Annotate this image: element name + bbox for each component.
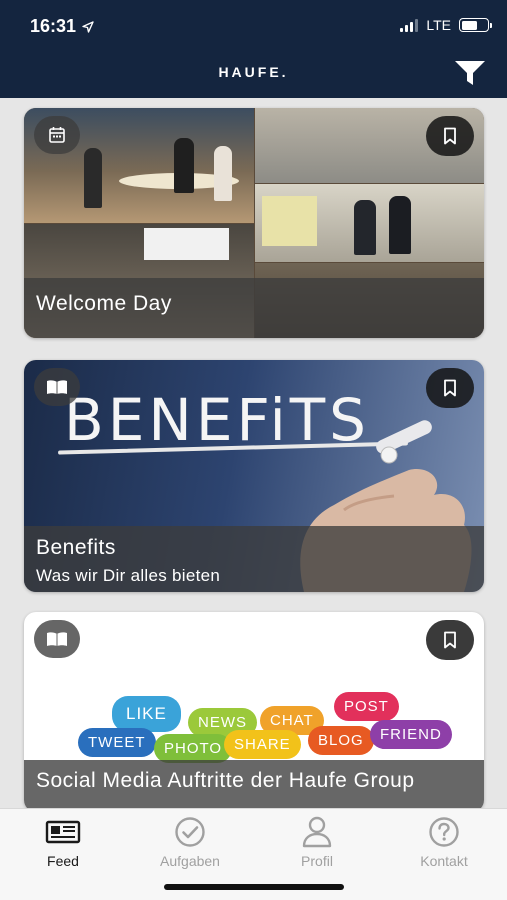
signal-icon: [400, 18, 419, 32]
location-arrow-icon: [82, 20, 94, 33]
newspaper-icon: [45, 820, 81, 844]
network-label: LTE: [426, 17, 451, 33]
bookmark-button[interactable]: [426, 620, 474, 660]
checkmark-circle-icon: [175, 817, 205, 847]
haufe-logo: HAUFE.: [218, 64, 289, 80]
bubble-like: LIKE: [112, 696, 181, 732]
person-icon: [302, 816, 332, 848]
bubble-tweet: TWEET: [78, 728, 156, 757]
filter-icon[interactable]: [453, 58, 487, 88]
bubble-share: SHARE: [224, 730, 301, 759]
bookmark-button[interactable]: [426, 368, 474, 408]
card-caption: Social Media Auftritte der Haufe Group: [24, 760, 484, 808]
feed-list[interactable]: Welcome Day BENEFiTS Benefits Was wir Di…: [0, 98, 507, 808]
app-header: 16:31 LTE HAUFE.: [0, 0, 507, 98]
bookmark-icon: [444, 127, 456, 145]
book-badge: [34, 620, 80, 658]
feed-card-benefits[interactable]: BENEFiTS Benefits Was wir Dir alles biet…: [24, 360, 484, 592]
bubble-friend: FRIEND: [370, 720, 452, 749]
bubble-blog: BLOG: [308, 726, 374, 755]
calendar-icon: [49, 127, 65, 143]
bookmark-icon: [444, 379, 456, 397]
card-caption: Benefits Was wir Dir alles bieten: [24, 526, 484, 592]
card-title: Social Media Auftritte der Haufe Group: [36, 769, 415, 792]
tab-label: Kontakt: [420, 853, 468, 869]
calendar-badge: [34, 116, 80, 154]
bubble-post: POST: [334, 692, 399, 721]
book-badge: [34, 368, 80, 406]
feed-card-social-media[interactable]: LIKE NEWS CHAT POST TWEET PHOTO SHARE BL…: [24, 612, 484, 808]
card-subtitle: Was wir Dir alles bieten: [36, 566, 221, 585]
tab-label: Aufgaben: [160, 853, 220, 869]
tab-aufgaben[interactable]: Aufgaben: [127, 815, 253, 869]
tab-profil[interactable]: Profil: [254, 815, 380, 869]
tab-label: Profil: [301, 853, 333, 869]
tab-feed[interactable]: Feed: [0, 815, 126, 869]
tab-kontakt[interactable]: Kontakt: [381, 815, 507, 869]
book-icon: [47, 632, 67, 646]
tab-label: Feed: [47, 853, 79, 869]
bookmark-icon: [444, 631, 456, 649]
feed-card-welcome-day[interactable]: Welcome Day: [24, 108, 484, 338]
card-caption: Welcome Day: [24, 278, 484, 338]
bookmark-button[interactable]: [426, 116, 474, 156]
battery-icon: [459, 18, 492, 32]
bubble-photo: PHOTO: [154, 734, 233, 763]
card-title: Welcome Day: [36, 292, 172, 315]
book-icon: [47, 380, 67, 394]
question-circle-icon: [429, 817, 459, 847]
status-indicators: LTE: [400, 17, 492, 33]
clock: 16:31: [30, 16, 77, 36]
card-title: Benefits: [36, 536, 116, 559]
home-indicator[interactable]: [164, 884, 344, 890]
status-time: 16:31: [30, 16, 94, 37]
